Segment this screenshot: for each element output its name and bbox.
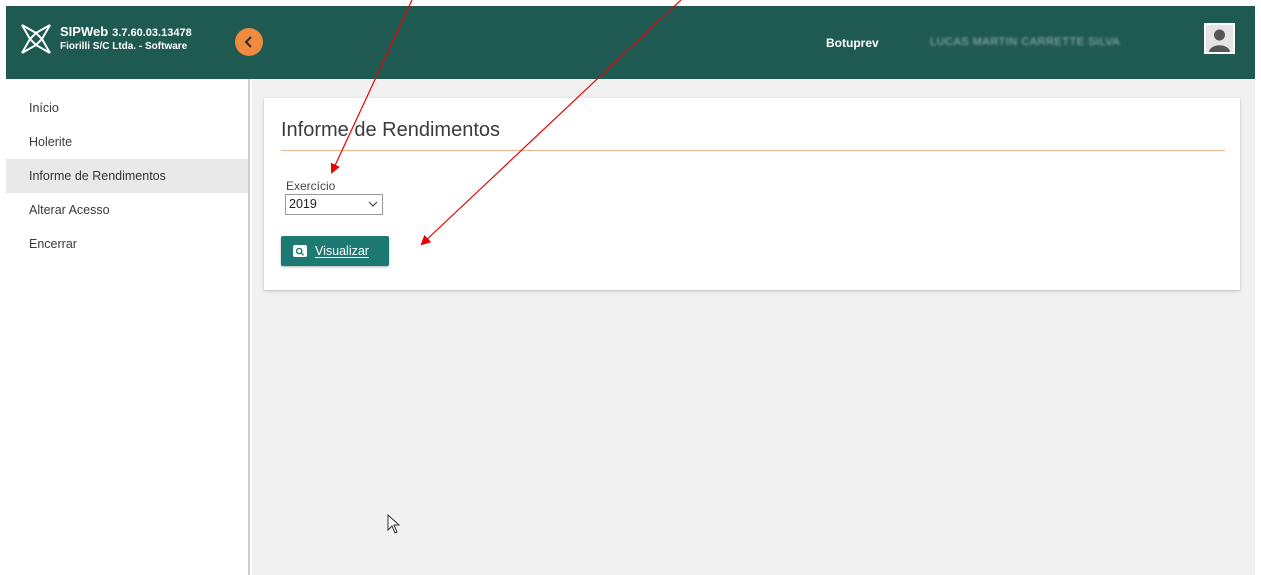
- sidebar-item-encerrar[interactable]: Encerrar: [6, 227, 248, 261]
- sidebar-item-alterar-acesso[interactable]: Alterar Acesso: [6, 193, 248, 227]
- avatar[interactable]: [1204, 23, 1235, 54]
- main-content: Informe de Rendimentos Exercício 2019 Vi…: [252, 79, 1255, 575]
- organization-name: Botuprev: [826, 36, 879, 50]
- title-divider: [281, 150, 1225, 151]
- collapse-sidebar-button[interactable]: [235, 28, 263, 56]
- exercicio-select[interactable]: 2019: [285, 194, 383, 215]
- brand: SIPWeb 3.7.60.03.13478 Fiorilli S/C Ltda.…: [20, 19, 192, 59]
- search-icon: [293, 245, 307, 257]
- sidebar: Início Holerite Informe de Rendimentos A…: [6, 79, 250, 575]
- user-avatar-icon: [1206, 25, 1233, 52]
- user-name[interactable]: LUCAS MARTIN CARRETTE SILVA: [930, 36, 1120, 48]
- visualizar-button[interactable]: Visualizar: [281, 236, 389, 266]
- page-title: Informe de Rendimentos: [281, 119, 501, 141]
- exercicio-value: 2019: [289, 197, 317, 211]
- company-name: Fiorilli S/C Ltda. - Software: [60, 40, 188, 52]
- mouse-pointer-icon: [387, 514, 401, 534]
- app-window: SIPWeb 3.7.60.03.13478 Fiorilli S/C Ltda.…: [0, 0, 1261, 575]
- fiorilli-logo-icon: [21, 24, 51, 54]
- informe-card: Informe de Rendimentos Exercício 2019 Vi…: [264, 98, 1240, 290]
- app-name: SIPWeb: [60, 23, 109, 39]
- chevron-left-icon: [244, 36, 252, 48]
- sidebar-item-inicio[interactable]: Início: [6, 91, 248, 125]
- visualizar-label: Visualizar: [315, 244, 369, 258]
- brand-text: SIPWeb 3.7.60.03.13478 Fiorilli S/C Ltda.…: [60, 23, 192, 54]
- top-bar: SIPWeb 3.7.60.03.13478 Fiorilli S/C Ltda.…: [6, 6, 1255, 79]
- sidebar-item-holerite[interactable]: Holerite: [6, 125, 248, 159]
- app-version: 3.7.60.03.13478: [112, 26, 192, 39]
- chevron-down-icon: [368, 201, 378, 207]
- sidebar-item-informe-de-rendimentos[interactable]: Informe de Rendimentos: [6, 159, 248, 193]
- exercicio-label: Exercício: [286, 179, 336, 193]
